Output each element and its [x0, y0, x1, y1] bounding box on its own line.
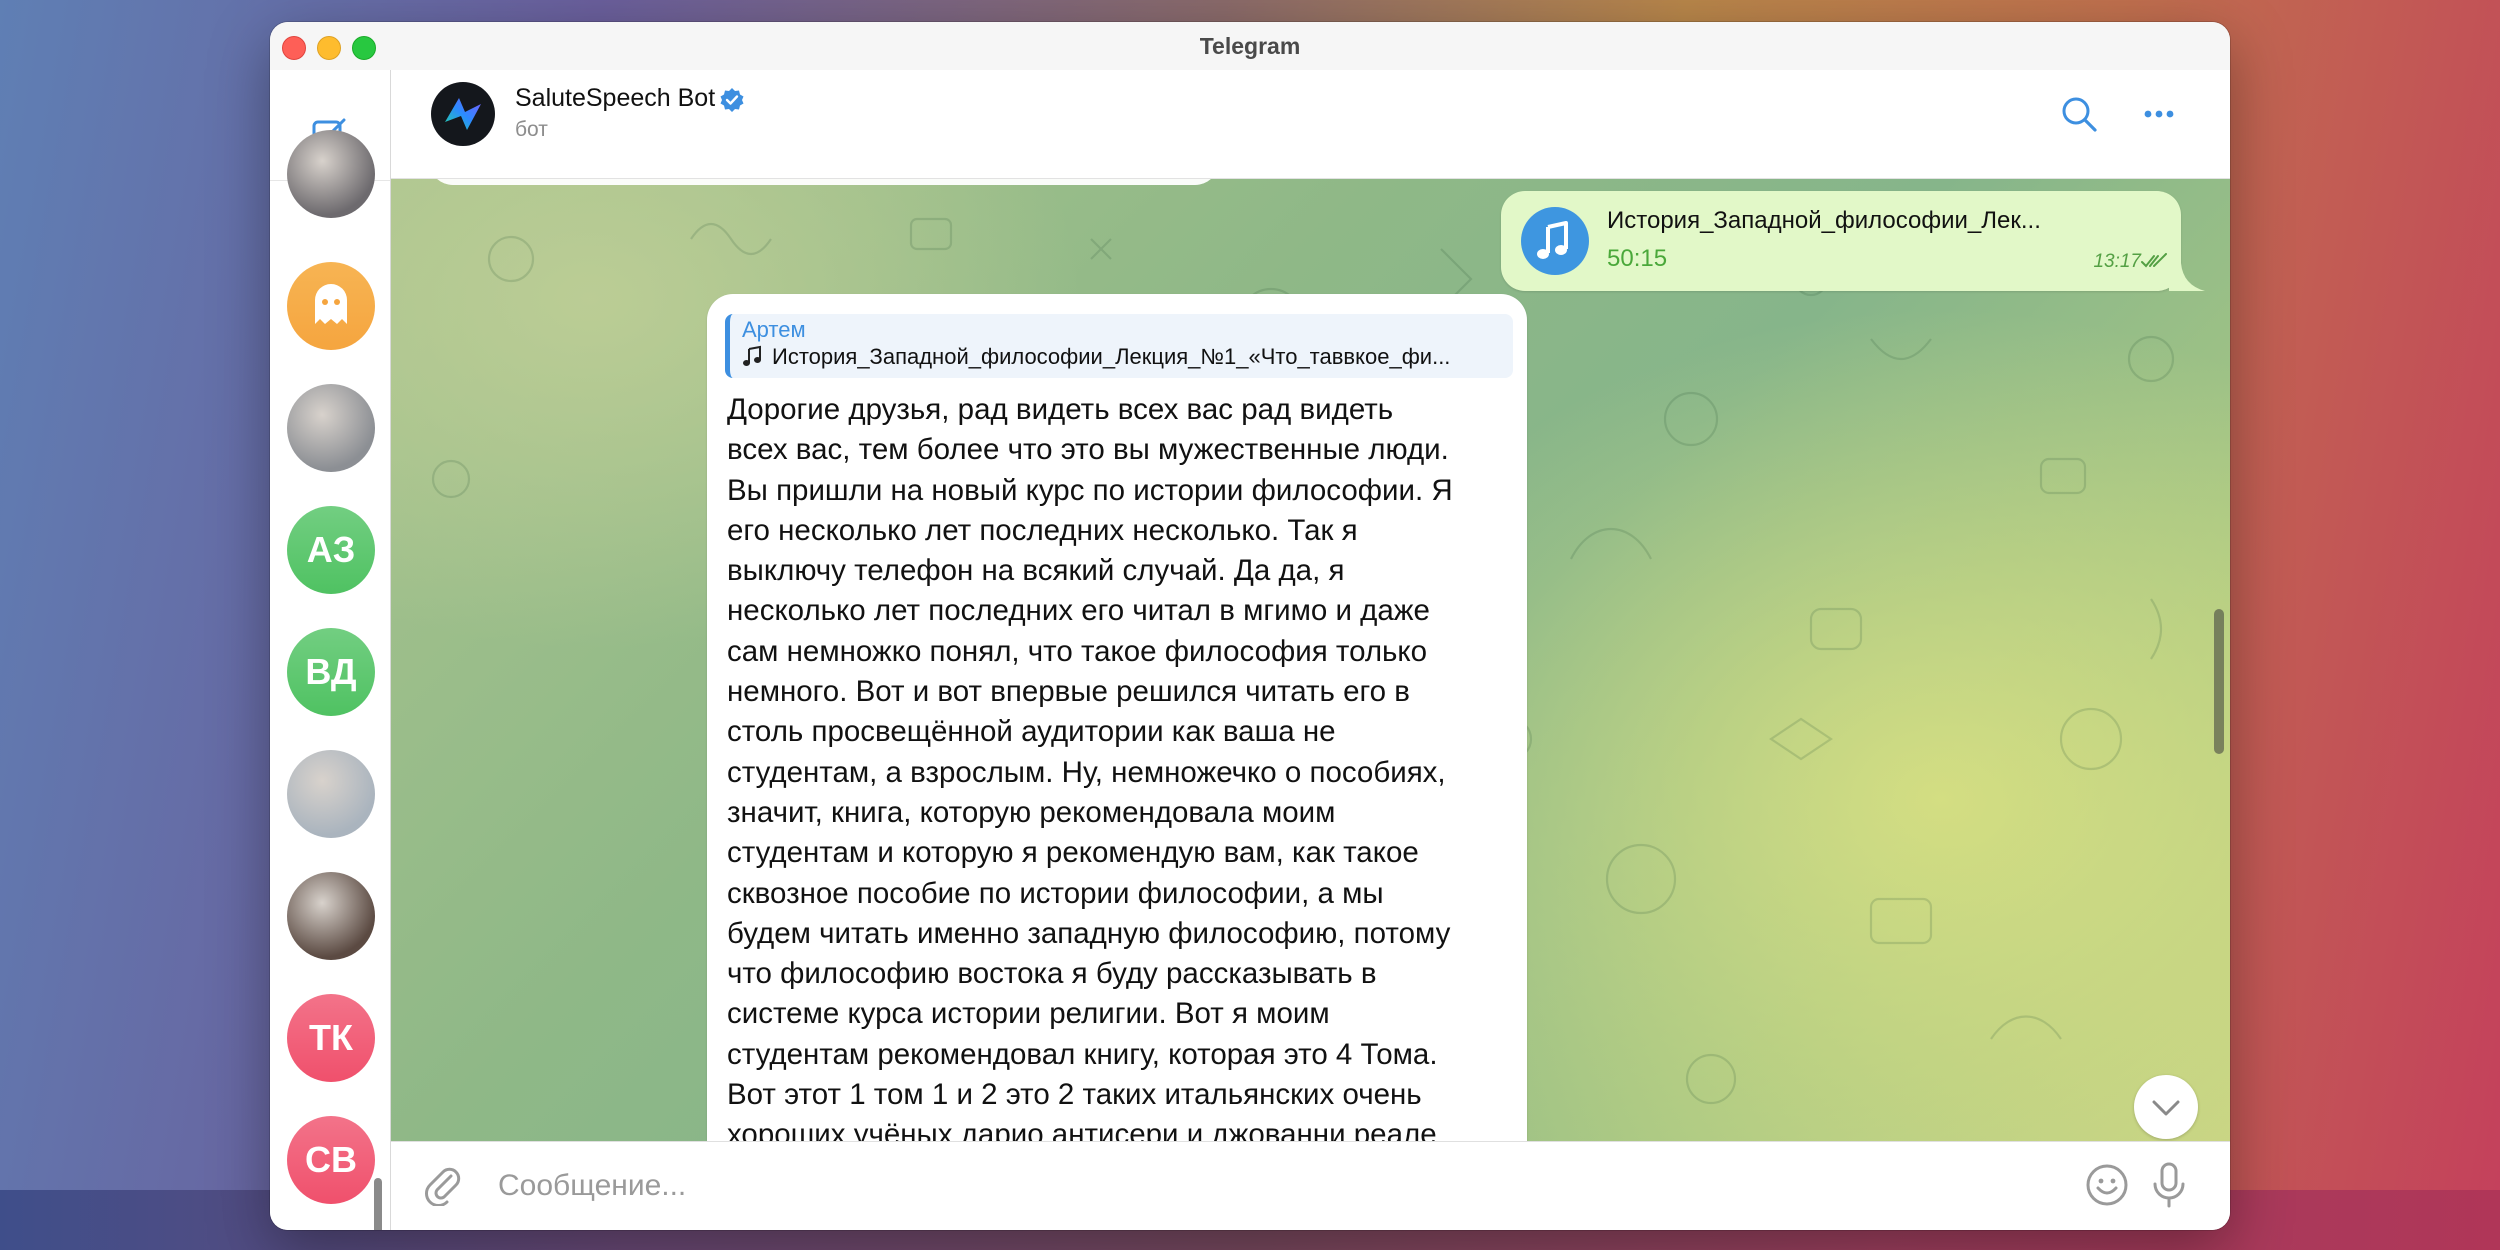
chat-list-rail: АЗ ВД ТК СВ: [270, 70, 391, 1230]
incoming-transcription-message[interactable]: Артем История_Западной_философии_Лекция_…: [707, 294, 1527, 1169]
double-check-icon: [2141, 253, 2167, 268]
bot-avatar[interactable]: [431, 82, 495, 146]
bubble-tail: [2169, 263, 2205, 291]
chat-avatar[interactable]: АЗ: [287, 506, 375, 594]
reply-preview[interactable]: Артем История_Западной_философии_Лекция_…: [725, 314, 1513, 378]
scroll-to-bottom-button[interactable]: [2134, 1075, 2198, 1139]
chat-avatar-photo[interactable]: [287, 130, 375, 218]
message-input-bar: [391, 1141, 2230, 1230]
avatar-initials: СВ: [305, 1139, 357, 1180]
telegram-window: Telegram АЗ ВД ТК СВ SaluteSpeech Bot бо…: [270, 22, 2230, 1230]
chat-area: История_Западной_философии_Лек... 50:15 …: [391, 179, 2230, 1169]
chat-header: SaluteSpeech Bot бот: [391, 70, 2230, 179]
chat-avatar-photo[interactable]: [287, 750, 375, 838]
salutespeech-logo-icon: [445, 98, 481, 130]
message-text-line: сквозное пособие по истории философии, а…: [727, 876, 1384, 910]
rail-scrollbar[interactable]: [374, 1178, 382, 1230]
reply-text: История_Западной_философии_Лекция_№1_«Чт…: [772, 344, 1451, 369]
chat-scrollbar[interactable]: [2214, 609, 2224, 754]
chat-avatar[interactable]: ВД: [287, 628, 375, 716]
message-text-line: системе курса истории религии. Вот я мои…: [727, 997, 1330, 1031]
message-time: 13:17: [2093, 251, 2141, 272]
avatar-initials: АЗ: [306, 529, 356, 570]
message-text: Дорогие друзья, рад видеть всех вас рад …: [727, 390, 1527, 1156]
audio-duration: 50:15: [1607, 245, 1668, 272]
message-text-line: значит, книга, которую рекомендовала мои…: [727, 795, 1336, 829]
window-title: Telegram: [1199, 33, 1301, 59]
message-text-line: немного. Вот и вот впервые решился читат…: [727, 675, 1410, 709]
message-text-line: Вот этот 1 том 1 и 2 это 2 таких итальян…: [727, 1078, 1422, 1112]
ghost-icon: [315, 284, 347, 324]
message-text-line: несколько лет последних его читал в мгим…: [727, 594, 1430, 628]
previous-message-edge: [429, 179, 1219, 185]
chat-title[interactable]: SaluteSpeech Bot: [515, 84, 715, 113]
message-text-line: будем читать именно западную философию, …: [727, 916, 1451, 950]
chat-avatar-photo[interactable]: [287, 872, 375, 960]
message-text-line: студентам, а взрослым. Ну, немножечко о …: [727, 755, 1446, 789]
message-text-line: что философию востока я буду рассказыват…: [727, 957, 1377, 991]
outgoing-audio-message[interactable]: История_Западной_философии_Лек... 50:15 …: [1501, 191, 2181, 291]
avatar-initials: ТК: [309, 1017, 353, 1058]
search-icon[interactable]: [2057, 92, 2101, 136]
more-icon[interactable]: [2137, 92, 2181, 136]
message-text-line: студентам и которую я рекомендую вам, ка…: [727, 836, 1419, 870]
message-text-line: Дорогие друзья, рад видеть всех вас рад …: [727, 393, 1394, 426]
message-text-line: его несколько лет последних несколько. Т…: [727, 513, 1358, 547]
music-note-icon: [1537, 221, 1568, 259]
verified-badge-icon: [720, 88, 744, 112]
message-text-line: всех вас, тем более что это вы мужествен…: [727, 433, 1449, 467]
avatar-initials: ВД: [305, 651, 357, 692]
message-text-line: Вы пришли на новый курс по истории филос…: [727, 473, 1453, 507]
play-audio-button[interactable]: [1521, 207, 1589, 275]
message-input[interactable]: [496, 1160, 2000, 1212]
paperclip-icon[interactable]: [421, 1162, 465, 1206]
reply-author: Артем: [742, 317, 806, 342]
message-text-line: сам немножко понял, что такое философия …: [727, 634, 1428, 668]
titlebar: Telegram: [270, 22, 2230, 71]
chat-avatar[interactable]: СВ: [287, 1116, 375, 1204]
chat-avatar[interactable]: ТК: [287, 994, 375, 1082]
audio-file-name: История_Западной_философии_Лек...: [1607, 207, 2041, 234]
chat-avatar-photo[interactable]: [287, 384, 375, 472]
chat-avatar[interactable]: [287, 262, 375, 350]
music-note-icon: [743, 345, 761, 366]
emoji-icon[interactable]: [2084, 1162, 2130, 1208]
chevron-down-icon: [2152, 1100, 2180, 1116]
message-text-line: студентам рекомендовал книгу, которая эт…: [727, 1037, 1438, 1071]
reply-text-row: История_Западной_философии_Лекция_№1_«Чт…: [742, 344, 1510, 370]
message-text-line: столь просвещённой аудитории как ваша не: [727, 715, 1336, 749]
message-text-line: выключу телефон на всякий случай. Да да,…: [727, 554, 1345, 588]
chat-status: бот: [515, 118, 548, 141]
microphone-icon[interactable]: [2146, 1160, 2192, 1210]
